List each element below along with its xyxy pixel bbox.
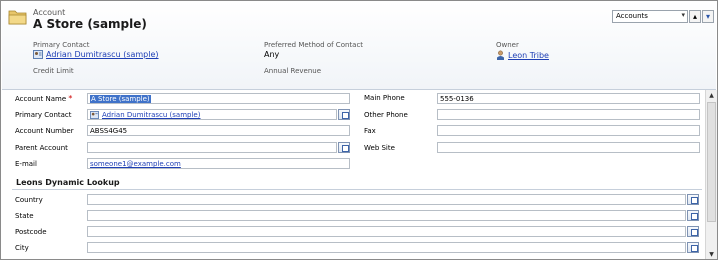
city-label: City [15, 244, 29, 252]
header-primary-contact-link[interactable]: Adrian Dumitrascu (sample) [33, 50, 159, 59]
primary-contact-lookup-icon[interactable] [338, 109, 350, 120]
required-asterisk: * [68, 94, 73, 103]
form-scrollbar[interactable]: ▲ ▼ [705, 90, 717, 259]
contact-card-icon [90, 111, 99, 119]
scroll-up-arrow-icon[interactable]: ▲ [706, 90, 717, 101]
folder-icon [8, 10, 27, 25]
account-name-input[interactable]: A Store (sample) [87, 93, 350, 104]
parent-account-input[interactable] [87, 142, 337, 153]
next-record-button[interactable]: ▾ [702, 10, 714, 23]
main-phone-label: Main Phone [364, 94, 405, 102]
section-divider [12, 189, 702, 190]
account-name-value: A Store (sample) [90, 95, 151, 103]
other-phone-label: Other Phone [364, 111, 408, 119]
header-primary-contact-label: Primary Contact [33, 41, 90, 49]
chevron-down-icon: ▾ [681, 11, 685, 19]
view-selector[interactable]: Accounts ▾ [612, 10, 688, 23]
postcode-input[interactable] [87, 226, 686, 237]
city-lookup-icon[interactable] [687, 242, 699, 253]
fax-input[interactable] [437, 125, 700, 136]
state-input[interactable] [87, 210, 686, 221]
header-credit-limit-label: Credit Limit [33, 67, 74, 75]
header-preferred-contact-label: Preferred Method of Contact [264, 41, 364, 49]
website-label: Web Site [364, 144, 395, 152]
user-icon [497, 50, 504, 60]
primary-contact-input[interactable]: Adrian Dumitrascu (sample) [87, 109, 337, 120]
website-input[interactable] [437, 142, 700, 153]
contact-card-icon [33, 50, 43, 59]
header-annual-revenue-label: Annual Revenue [264, 67, 322, 75]
country-input[interactable] [87, 194, 686, 205]
main-phone-input[interactable]: 555-0136 [437, 93, 700, 104]
scroll-thumb[interactable] [707, 102, 716, 222]
previous-record-button[interactable]: ▴ [689, 10, 701, 23]
other-phone-input[interactable] [437, 109, 700, 120]
header-owner-value: Leon Tribe [508, 51, 549, 60]
account-number-input[interactable]: ABSS4G45 [87, 125, 350, 136]
email-input[interactable]: someone1@example.com [87, 158, 350, 169]
entity-type-label: Account [33, 8, 66, 17]
fax-label: Fax [364, 127, 376, 135]
postcode-lookup-icon[interactable] [687, 226, 699, 237]
primary-contact-label: Primary Contact [15, 111, 72, 119]
postcode-label: Postcode [15, 228, 47, 236]
section-title: Leons Dynamic Lookup [16, 178, 120, 187]
account-name-label: Account Name * [15, 94, 73, 103]
form-body: Account Name * A Store (sample) Primary … [2, 90, 705, 259]
state-lookup-icon[interactable] [687, 210, 699, 221]
country-label: Country [15, 196, 43, 204]
record-title: A Store (sample) [33, 17, 147, 31]
parent-account-lookup-icon[interactable] [338, 142, 350, 153]
header-owner-link[interactable]: Leon Tribe [496, 50, 549, 60]
email-value[interactable]: someone1@example.com [90, 160, 181, 168]
state-label: State [15, 212, 34, 220]
header-owner-label: Owner [496, 41, 519, 49]
account-number-value: ABSS4G45 [90, 127, 128, 135]
parent-account-label: Parent Account [15, 144, 68, 152]
scroll-down-arrow-icon[interactable]: ▼ [706, 249, 717, 259]
city-input[interactable] [87, 242, 686, 253]
main-phone-value: 555-0136 [440, 95, 474, 103]
country-lookup-icon[interactable] [687, 194, 699, 205]
email-label: E-mail [15, 160, 37, 168]
header-preferred-contact-value: Any [264, 50, 280, 59]
primary-contact-value[interactable]: Adrian Dumitrascu (sample) [102, 111, 200, 119]
header-primary-contact-value: Adrian Dumitrascu (sample) [46, 50, 159, 59]
view-selector-value: Accounts [616, 12, 648, 20]
form-window: Account A Store (sample) Primary Contact… [0, 0, 718, 260]
record-header: Account A Store (sample) Primary Contact… [2, 2, 716, 90]
account-number-label: Account Number [15, 127, 74, 135]
